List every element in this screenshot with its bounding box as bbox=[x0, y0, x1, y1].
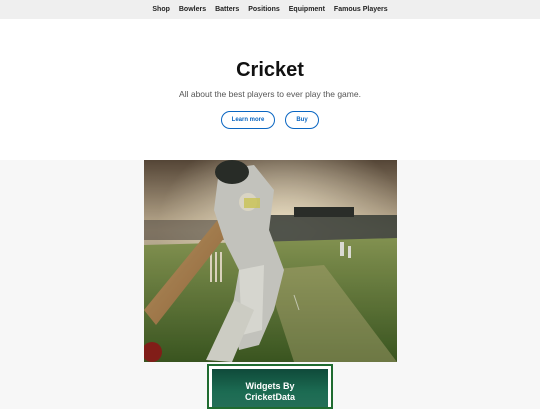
widget-title-line-2: CricketData bbox=[244, 392, 296, 402]
widget-banner-image: Widgets By CricketData bbox=[212, 369, 328, 407]
page-subtitle: All about the best players to ever play … bbox=[179, 89, 361, 99]
top-navigation: Shop Bowlers Batters Positions Equipment… bbox=[0, 0, 540, 19]
buy-button[interactable]: Buy bbox=[285, 111, 319, 129]
nav-item-batters[interactable]: Batters bbox=[215, 6, 239, 13]
nav-item-bowlers[interactable]: Bowlers bbox=[179, 6, 206, 13]
cricket-batter-image bbox=[144, 160, 397, 362]
widget-title-line-1: Widgets By bbox=[245, 381, 295, 391]
cricket-batter-photo bbox=[144, 160, 397, 362]
page-title: Cricket bbox=[236, 59, 304, 81]
nav-item-positions[interactable]: Positions bbox=[248, 6, 280, 13]
hero-section: Cricket All about the best players to ev… bbox=[0, 19, 540, 160]
nav-item-famous-players[interactable]: Famous Players bbox=[334, 6, 388, 13]
nav-item-equipment[interactable]: Equipment bbox=[289, 6, 325, 13]
learn-more-button[interactable]: Learn more bbox=[221, 111, 275, 129]
nav-item-shop[interactable]: Shop bbox=[152, 6, 170, 13]
widget-banner[interactable]: Widgets By CricketData bbox=[207, 364, 333, 409]
